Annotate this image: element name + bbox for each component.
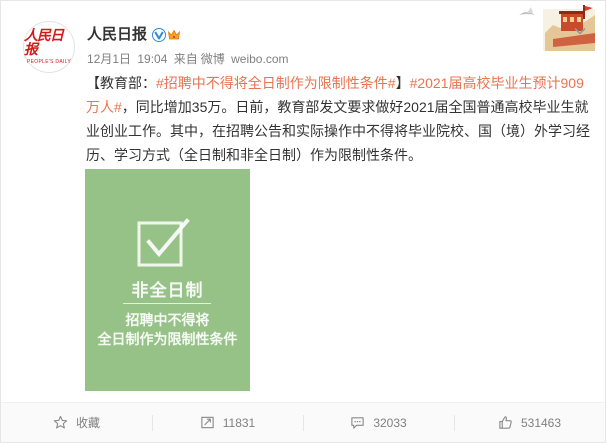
post-body: ，同比增加35万。日前，教育部发文要求做好2021届全国普通高校毕业生就业创业工… bbox=[86, 99, 590, 163]
thumbs-up-icon bbox=[499, 416, 512, 429]
like-button[interactable]: 531463 bbox=[454, 403, 605, 442]
image-label-sub: 招聘中不得将 全日制作为限制性条件 bbox=[85, 311, 250, 349]
avatar[interactable]: 人民日报 PEOPLE'S DAILY bbox=[23, 21, 75, 73]
post-source[interactable]: 微博 bbox=[201, 52, 225, 66]
post-image[interactable]: 非全日制 招聘中不得将 全日制作为限制性条件 bbox=[85, 169, 250, 391]
post-time[interactable]: 19:04 bbox=[137, 52, 167, 66]
comment-count: 32033 bbox=[373, 415, 407, 430]
like-count: 531463 bbox=[520, 415, 562, 430]
star-icon bbox=[53, 415, 68, 429]
image-divider bbox=[123, 303, 211, 304]
avatar-logo-en: PEOPLE'S DAILY bbox=[27, 59, 71, 65]
verified-icon[interactable] bbox=[152, 28, 166, 42]
image-label-line2: 全日制作为限制性条件 bbox=[97, 331, 238, 347]
chevron-down-icon[interactable] bbox=[573, 26, 587, 36]
post-content: 【教育部：#招聘中不得将全日制作为限制性条件#】#2021届高校毕业生预计909… bbox=[86, 71, 591, 167]
post-meta: 12月1日 19:04 来自 微博 weibo.com bbox=[87, 52, 291, 66]
image-label-main: 非全日制 bbox=[131, 281, 204, 300]
action-bar: 收藏 11831 32033 531463 bbox=[1, 402, 605, 442]
comment-icon bbox=[351, 417, 364, 429]
post-date[interactable]: 12月1日 bbox=[87, 52, 131, 66]
checkbox-check-icon bbox=[137, 218, 190, 267]
favorite-button[interactable]: 收藏 bbox=[1, 403, 152, 442]
repost-button[interactable]: 11831 bbox=[152, 403, 303, 442]
post-source-domain[interactable]: weibo.com bbox=[231, 52, 288, 66]
post-mid: 】 bbox=[395, 75, 410, 91]
repost-count: 11831 bbox=[222, 415, 256, 430]
post-prefix: 【教育部： bbox=[86, 75, 156, 91]
post-from-prefix: 来自 bbox=[173, 52, 198, 66]
weibo-post-card: 人民日报 PEOPLE'S DAILY 人民日报 12月1日 19:04 来自微… bbox=[0, 0, 606, 443]
user-name-link[interactable]: 人民日报 bbox=[87, 26, 147, 44]
image-label-line1: 招聘中不得将 bbox=[125, 312, 210, 328]
hashtag-recruitment[interactable]: #招聘中不得将全日制作为限制性条件# bbox=[156, 75, 396, 91]
comment-button[interactable]: 32033 bbox=[303, 403, 454, 442]
repost-icon bbox=[201, 416, 214, 429]
crown-icon[interactable] bbox=[167, 28, 181, 42]
favorite-label: 收藏 bbox=[75, 416, 100, 430]
avatar-logo-text: 人民日报 bbox=[24, 28, 64, 58]
